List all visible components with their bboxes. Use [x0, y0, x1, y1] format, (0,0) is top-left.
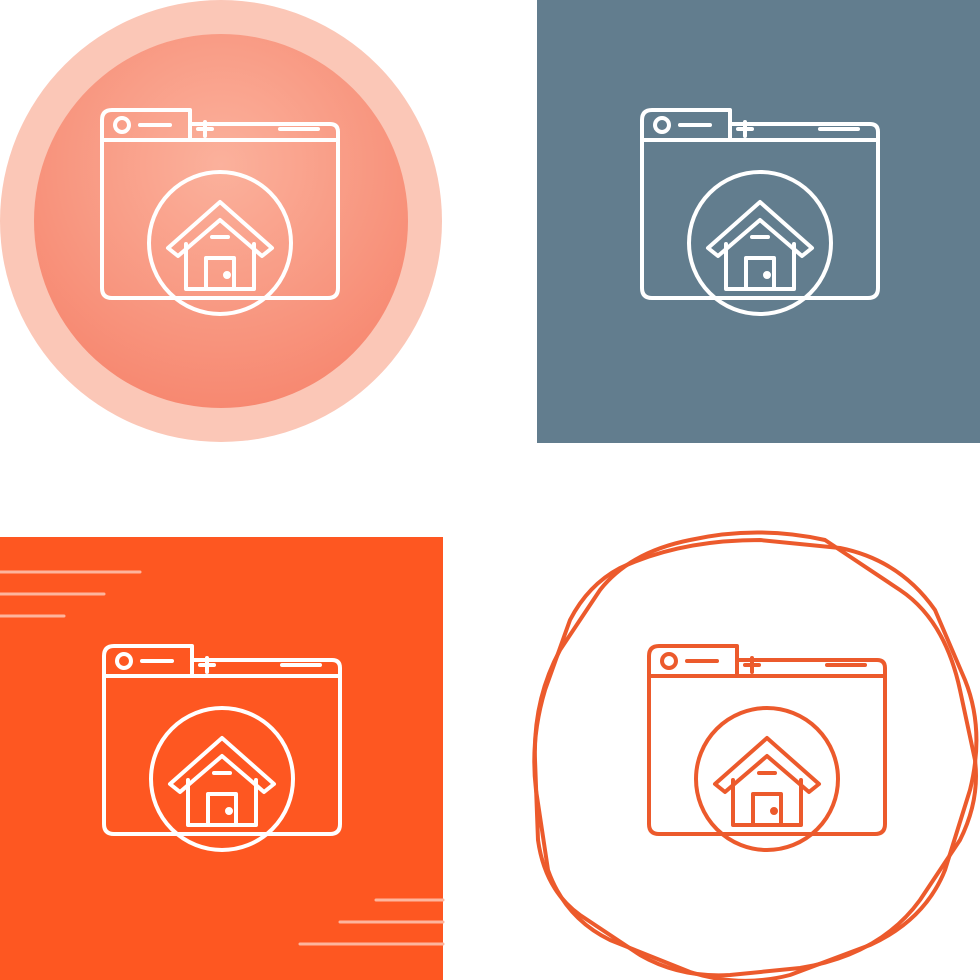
variant-gradient-circle: [0, 0, 442, 442]
variant-orange-square: [0, 537, 445, 980]
icon-sheet-canvas: [0, 0, 980, 980]
browser-home-icon: [647, 644, 887, 852]
icon-variants-sheet: [0, 0, 980, 980]
variant-slate-square: [537, 0, 980, 443]
variant-outline-octagon: [532, 530, 979, 980]
octagon-frame: [532, 530, 979, 980]
